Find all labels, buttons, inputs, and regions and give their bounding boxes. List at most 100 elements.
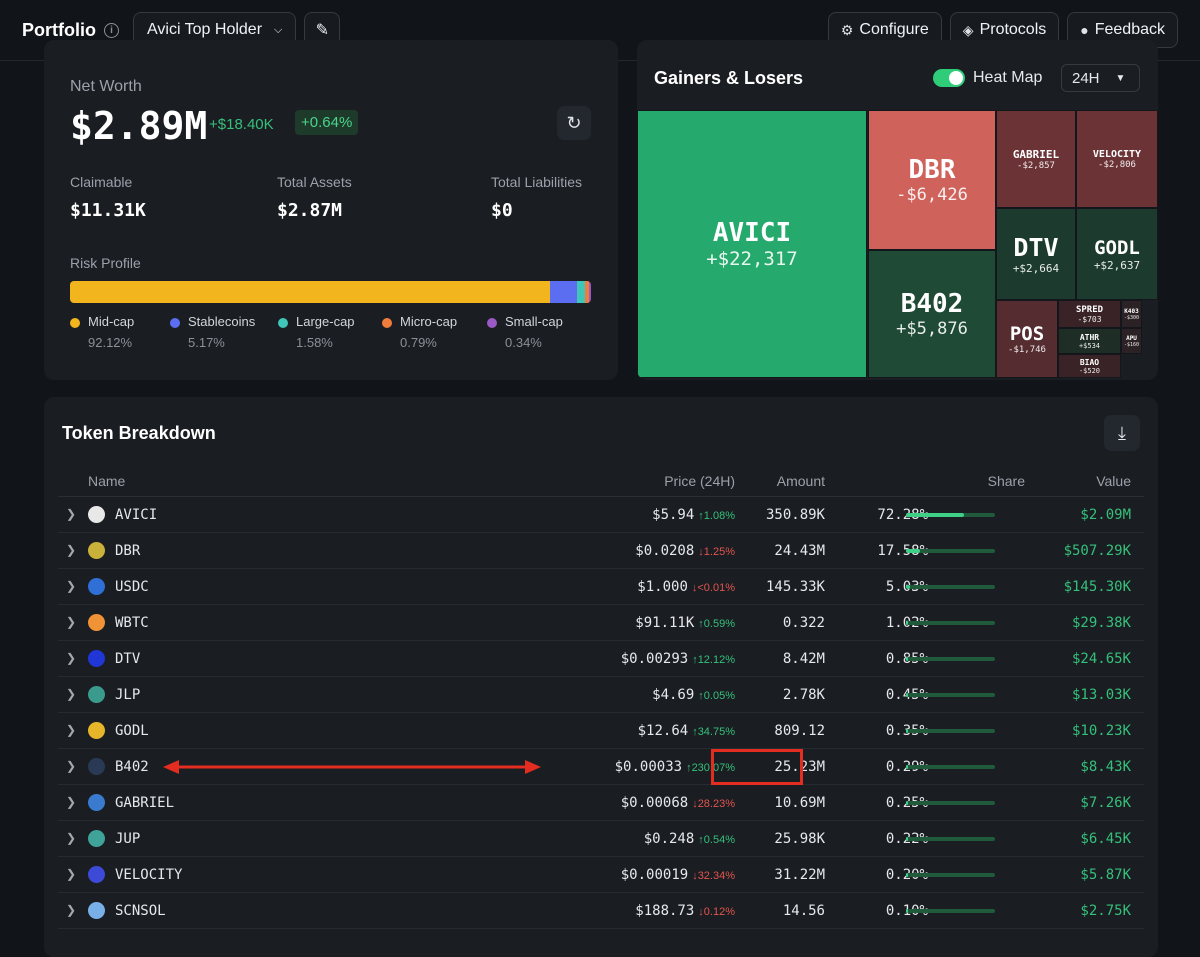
tile-name: GABRIEL	[1012, 147, 1060, 161]
header-price[interactable]: Price (24H)	[664, 473, 735, 489]
expand-chevron-icon[interactable]: ❯	[66, 831, 76, 845]
heatmap-tile[interactable]: AVICI +$22,317	[637, 110, 867, 378]
share-bar-fill	[906, 585, 911, 589]
token-icon	[88, 794, 105, 811]
tile-value: +$2,637	[1093, 258, 1141, 272]
share-bar	[906, 801, 995, 805]
token-price: $0.0208 ↓1.25%	[635, 543, 735, 559]
expand-chevron-icon[interactable]: ❯	[66, 615, 76, 629]
token-amount: 31.22M	[774, 867, 825, 883]
heatmap-tile[interactable]: K403 -$300	[1121, 300, 1142, 328]
expand-chevron-icon[interactable]: ❯	[66, 687, 76, 701]
share-bar-fill	[906, 837, 908, 841]
price-value: $0.00068	[620, 795, 689, 811]
price-value: $188.73	[635, 903, 695, 919]
tile-value: -$300	[1123, 314, 1140, 321]
table-row[interactable]: ❯SCNSOL$188.73↓0.12%14.560.10%$2.75K	[58, 893, 1144, 929]
stat-value: $0	[491, 200, 513, 221]
tile-name: DTV	[1013, 233, 1059, 262]
expand-chevron-icon[interactable]: ❯	[66, 795, 76, 809]
heatmap-tile[interactable]: POS -$1,746	[996, 300, 1058, 378]
period-select[interactable]: 24H ▼	[1061, 64, 1140, 92]
heatmap-tile[interactable]: DBR -$6,426	[868, 110, 996, 250]
token-value: $10.23K	[1071, 723, 1131, 739]
heatmap-tile[interactable]: GODL +$2,637	[1076, 208, 1158, 300]
tile-name: DBR	[908, 155, 956, 185]
tile-name: GODL	[1094, 236, 1140, 259]
heatmap-tile[interactable]: ATHR +$534	[1058, 328, 1121, 354]
heatmap-tile[interactable]: GABRIEL -$2,857	[996, 110, 1076, 208]
tile-value: -$1,746	[1008, 345, 1046, 355]
page-title: Portfolio	[22, 19, 96, 40]
header-share[interactable]: Share	[988, 473, 1025, 489]
expand-chevron-icon[interactable]: ❯	[66, 903, 76, 917]
table-row[interactable]: ❯VELOCITY$0.00019↓32.34%31.22M0.20%$5.87…	[58, 857, 1144, 893]
expand-chevron-icon[interactable]: ❯	[66, 651, 76, 665]
table-row[interactable]: ❯DTV$0.00293↑12.12%8.42M0.85%$24.65K	[58, 641, 1144, 677]
stat-label: Claimable	[70, 174, 133, 190]
table-row[interactable]: ❯WBTC$91.11K↑0.59%0.3221.02%$29.38K	[58, 605, 1144, 641]
net-worth-change-pct: +0.64%	[295, 110, 359, 135]
legend-label: Stablecoins	[188, 314, 256, 329]
expand-chevron-icon[interactable]: ❯	[66, 579, 76, 593]
tile-name: APU	[1126, 334, 1137, 342]
heatmap-tile[interactable]: APU -$160	[1121, 328, 1142, 354]
token-price: $5.94 ↑1.08%	[652, 507, 735, 523]
header-name: Name	[88, 473, 126, 489]
expand-chevron-icon[interactable]: ❯	[66, 507, 76, 521]
refresh-button[interactable]: ↻	[557, 106, 591, 140]
price-change: ↓<0.01%	[691, 582, 735, 594]
tile-name: SPRED	[1075, 304, 1104, 315]
share-bar	[906, 693, 995, 697]
price-change: ↑0.59%	[698, 618, 735, 630]
table-row[interactable]: ❯USDC$1.000↓<0.01%145.33K5.03%$145.30K	[58, 569, 1144, 605]
heatmap-tile[interactable]: VELOCITY -$2,806	[1076, 110, 1158, 208]
header-amount[interactable]: Amount	[777, 473, 825, 489]
token-price: $91.11K ↑0.59%	[635, 615, 735, 631]
price-change: ↑12.12%	[692, 654, 735, 666]
highlight-box-annotation	[711, 749, 803, 785]
risk-segment	[70, 281, 550, 303]
double-arrow-annotation	[163, 760, 541, 774]
stat-label: Total Assets	[277, 174, 352, 190]
expand-chevron-icon[interactable]: ❯	[66, 723, 76, 737]
table-row[interactable]: ❯ AVICI $5.94 ↑1.08% 350.89K 72.28% $2.09M	[58, 497, 1144, 533]
price-value: $0.00019	[620, 867, 689, 883]
share-bar-fill	[906, 909, 908, 913]
price-value: $5.94	[652, 507, 695, 523]
table-row[interactable]: ❯ DBR $0.0208 ↓1.25% 24.43M 17.58% $507.29K	[58, 533, 1144, 569]
info-icon[interactable]: i	[104, 22, 119, 38]
token-amount: 14.56	[782, 903, 825, 919]
net-worth-value: $2.89M	[70, 104, 208, 148]
table-row[interactable]: ❯JLP$4.69↑0.05%2.78K0.45%$13.03K	[58, 677, 1144, 713]
price-change: ↓32.34%	[692, 870, 735, 882]
expand-chevron-icon[interactable]: ❯	[66, 543, 76, 557]
heatmap-tile[interactable]: BIAO -$520	[1058, 354, 1121, 378]
token-icon	[88, 866, 105, 883]
expand-chevron-icon[interactable]: ❯	[66, 867, 76, 881]
table-row[interactable]: ❯GABRIEL$0.00068↓28.23%10.69M0.25%$7.26K	[58, 785, 1144, 821]
heat-map-toggle[interactable]	[933, 69, 965, 87]
feedback-label: Feedback	[1094, 21, 1165, 38]
share-bar-fill	[906, 621, 908, 625]
legend-pct: 92.12%	[88, 335, 133, 350]
legend-dot	[487, 317, 497, 328]
share-bar	[906, 585, 995, 589]
heatmap-tile[interactable]: B402 +$5,876	[868, 250, 996, 378]
tile-value: +$22,317	[706, 248, 798, 270]
share-bar-fill	[906, 513, 964, 517]
legend-label: Large-cap	[296, 314, 355, 329]
heatmap-tile[interactable]: SPRED -$703	[1058, 300, 1121, 328]
table-row[interactable]: ❯GODL$12.64↑34.75%809.120.35%$10.23K	[58, 713, 1144, 749]
token-amount: 10.69M	[774, 795, 825, 811]
heatmap-tile[interactable]: DTV +$2,664	[996, 208, 1076, 300]
chevron-down-icon: ⌵	[274, 23, 283, 36]
legend-pct: 1.58%	[296, 335, 333, 350]
tile-name: VELOCITY	[1092, 148, 1142, 160]
share-bar-fill	[906, 801, 908, 805]
table-row[interactable]: ❯JUP$0.248↑0.54%25.98K0.22%$6.45K	[58, 821, 1144, 857]
download-button[interactable]: ⤓	[1104, 415, 1140, 451]
token-value: $145.30K	[1063, 579, 1131, 595]
header-value[interactable]: Value	[1096, 473, 1131, 489]
expand-chevron-icon[interactable]: ❯	[66, 759, 76, 773]
